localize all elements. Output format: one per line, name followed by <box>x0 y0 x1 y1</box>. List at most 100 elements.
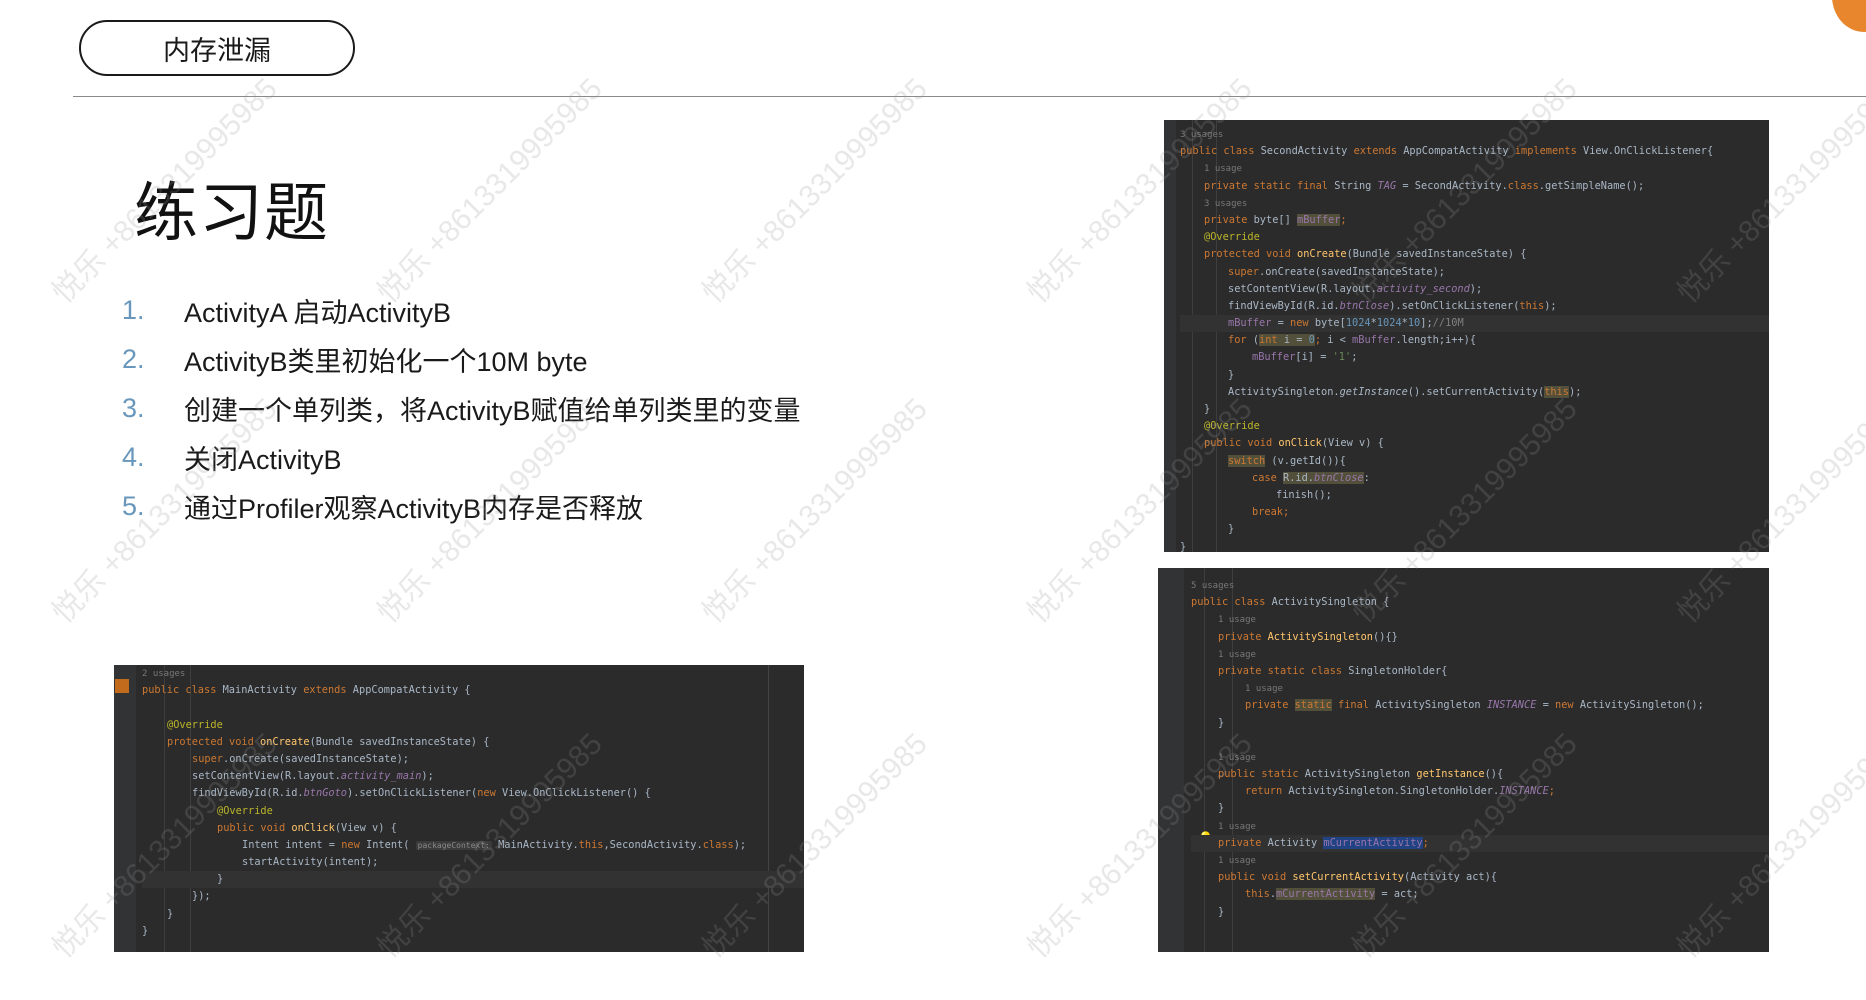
code-token: ).setOnClickListener( <box>1389 299 1520 312</box>
code-token: break; <box>1252 506 1290 519</box>
step-number: 3. <box>122 393 145 423</box>
code-token: new <box>341 838 367 851</box>
code-token: private static final <box>1204 179 1335 192</box>
code-line: public class ActivitySingleton { <box>1191 594 1769 611</box>
code-token: 1024 <box>1376 317 1402 330</box>
usage-hint[interactable]: 1 usage <box>1218 822 1256 832</box>
code-token: } <box>142 924 149 937</box>
code-line: public void onClick(View v) { <box>1180 435 1769 452</box>
code-token: onClick <box>291 821 335 834</box>
code-token: (Bundle savedInstanceState) { <box>1346 248 1527 261</box>
code-line: } <box>1180 401 1769 418</box>
code-token: ]; <box>1420 317 1433 330</box>
code-token: ; <box>1548 785 1555 798</box>
code-token: setContentView(R.layout. <box>192 770 341 783</box>
code-panel-second-activity: 3 usages public class SecondActivity exte… <box>1164 120 1769 552</box>
code-token: ActivitySingleton <box>1304 768 1417 781</box>
header-divider <box>73 96 1866 97</box>
code-token: ,SecondActivity. <box>603 838 703 851</box>
code-token: mBuffer <box>1252 351 1296 364</box>
code-token: Intent intent = <box>242 838 342 851</box>
code-token: ; <box>1351 351 1358 364</box>
code-line: this.mCurrentActivity = act; <box>1191 886 1769 903</box>
code-token: this <box>578 838 604 851</box>
code-token: i < <box>1321 334 1353 347</box>
code-line: public void onClick(View v) { <box>142 820 804 837</box>
code-line: } <box>1191 715 1769 732</box>
code-line: } <box>142 906 804 923</box>
usage-hint[interactable]: 5 usages <box>1191 581 1234 591</box>
code-token: TAG <box>1377 179 1397 192</box>
step-item: 2. ActivityB类里初始化一个10M byte <box>122 335 801 384</box>
usage-hint[interactable]: 1 usage <box>1204 164 1242 174</box>
exercise-steps: 1. ActivityA 启动ActivityB 2. ActivityB类里初始化… <box>122 286 801 531</box>
code-token: View.OnClickListener{ <box>1583 145 1714 158</box>
step-number: 5. <box>122 491 145 521</box>
code-token: new <box>1555 699 1580 712</box>
code-token: i = <box>1283 334 1309 347</box>
corner-accent <box>1832 0 1866 32</box>
code-token: String <box>1334 179 1378 192</box>
section-tag-label: 内存泄漏 <box>163 35 271 66</box>
code-token: mBuffer <box>1228 317 1272 330</box>
code-token: public static <box>1218 768 1305 781</box>
code-line: } <box>1191 800 1769 817</box>
code-panel-activity-singleton: 💡 5 usagespublic class ActivitySingleton… <box>1158 568 1769 952</box>
usage-hint[interactable]: 2 usages <box>142 669 185 679</box>
code-token: static <box>1294 699 1332 712</box>
code-token: @Override <box>1204 231 1260 244</box>
code-token: ActivitySingleton. <box>1228 385 1340 398</box>
code-token: [i] = <box>1295 351 1333 364</box>
code-token: MainActivity. <box>491 838 579 851</box>
code-token: extends <box>303 684 353 697</box>
code-line: mBuffer[i] = '1'; <box>1180 349 1769 366</box>
code-line: case R.id.btnClose: <box>1180 470 1769 487</box>
code-token: Activity <box>1267 836 1324 849</box>
code-token: INSTANCE <box>1486 699 1537 712</box>
code-token: ActivitySingleton.SingletonHolder. <box>1288 785 1500 798</box>
code-token: } <box>1180 540 1187 553</box>
usage-hint[interactable]: 1 usage <box>1245 684 1283 694</box>
code-line: private Activity mCurrentActivity; <box>1191 834 1769 852</box>
code-token: this <box>1245 888 1270 901</box>
code-token: 10 <box>1407 317 1421 330</box>
usage-hint[interactable]: 3 usages <box>1204 199 1247 209</box>
code-line: public static ActivitySingleton getInsta… <box>1191 766 1769 783</box>
code-token: } <box>167 907 174 920</box>
code-token: } <box>1204 403 1211 415</box>
code-line: @Override <box>142 803 804 820</box>
code-line: } <box>1191 904 1769 921</box>
code-line: Intent intent = new Intent( packageConte… <box>142 837 804 854</box>
code-token: : <box>1363 471 1370 484</box>
code-token: ; <box>1422 836 1429 849</box>
code-line: public void setCurrentActivity(Activity … <box>1191 869 1769 886</box>
code-line: } <box>1180 521 1769 538</box>
code-line: 1 usage <box>1191 818 1769 835</box>
code-line: findViewById(R.id.btnGoto).setOnClickLis… <box>142 785 804 802</box>
code-token: private <box>1245 699 1295 712</box>
code-token: ); <box>421 770 434 783</box>
code-line: 1 usage <box>1191 646 1769 663</box>
code-token: mCurrentActivity <box>1323 836 1423 849</box>
usage-hint[interactable]: 1 usage <box>1218 753 1256 763</box>
code-token: private <box>1204 213 1254 226</box>
code-token: MainActivity <box>222 684 304 697</box>
code-token: class <box>1507 179 1539 192</box>
step-item: 5. 通过Profiler观察ActivityB内存是否释放 <box>122 482 801 531</box>
code-token: return <box>1245 785 1289 798</box>
usage-hint[interactable]: 1 usage <box>1218 856 1256 866</box>
code-token: AppCompatActivity { <box>352 684 471 697</box>
code-token: View.OnClickListener() { <box>502 787 651 800</box>
code-line: 1 usage <box>1191 852 1769 869</box>
code-line: for (int i = 0; i < mBuffer.length;i++){ <box>1180 332 1769 349</box>
usage-hint[interactable]: 1 usage <box>1218 650 1256 660</box>
code-token: ); <box>1544 299 1557 312</box>
step-number: 1. <box>122 295 145 325</box>
step-text: 通过Profiler观察ActivityB内存是否释放 <box>184 494 644 524</box>
code-token: = <box>1271 317 1291 330</box>
usage-hint[interactable]: 1 usage <box>1218 615 1256 625</box>
code-token: implements <box>1514 145 1583 158</box>
code-token: ).setOnClickListener( <box>347 787 478 800</box>
usage-hint[interactable]: 3 usages <box>1180 130 1223 140</box>
code-token: setCurrentActivity <box>1292 871 1404 884</box>
